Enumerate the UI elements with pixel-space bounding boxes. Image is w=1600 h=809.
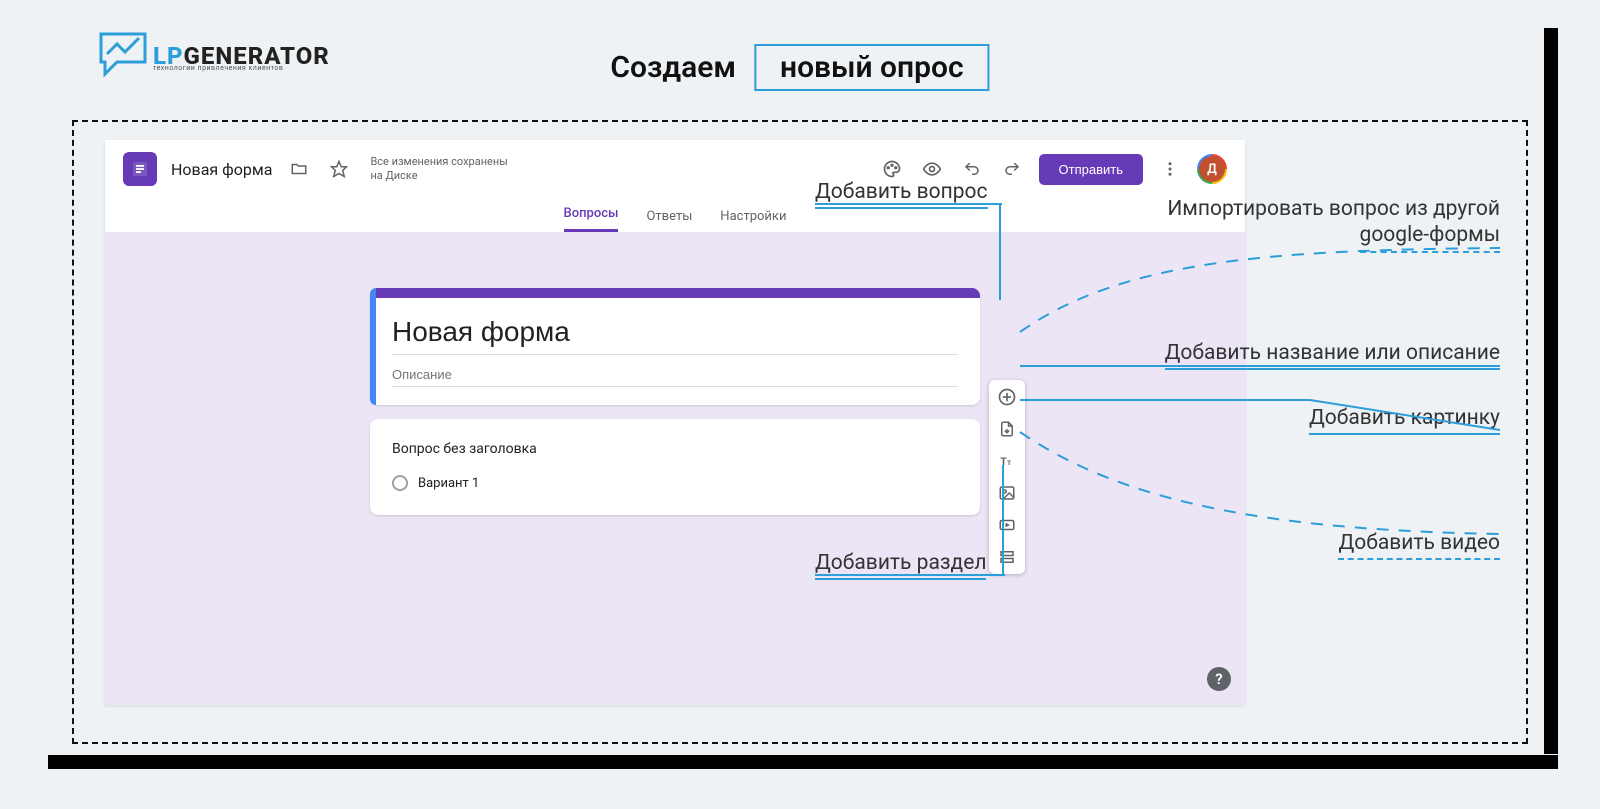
anno-add-title: Добавить название или описание: [1165, 340, 1500, 370]
slide-heading: Создаем новый опрос: [610, 44, 989, 91]
radio-icon: [392, 475, 408, 491]
redo-icon[interactable]: [999, 156, 1025, 182]
anno-add-question: Добавить вопрос: [815, 179, 988, 209]
lpgenerator-logo: LPGENERATOR технологии привлечения клиен…: [95, 28, 330, 84]
help-button[interactable]: ?: [1207, 667, 1231, 691]
tab-answers[interactable]: Ответы: [646, 209, 692, 232]
question-card[interactable]: Вопрос без заголовка Вариант 1: [370, 419, 980, 515]
star-icon[interactable]: [326, 156, 352, 182]
forms-logo-icon[interactable]: [123, 152, 157, 186]
option-row[interactable]: Вариант 1: [392, 475, 958, 491]
form-title-input[interactable]: [392, 314, 958, 355]
svg-text:T: T: [1007, 459, 1012, 467]
save-status: Все изменения сохранены на Диске: [370, 155, 507, 184]
option-label[interactable]: Вариант 1: [418, 476, 479, 491]
heading-boxed: новый опрос: [754, 44, 990, 91]
import-question-icon[interactable]: [996, 418, 1018, 440]
logo-tagline: технологии привлечения клиентов: [153, 64, 283, 72]
form-canvas: Вопрос без заголовка Вариант 1 TT: [105, 232, 1245, 705]
add-section-icon[interactable]: [996, 546, 1018, 568]
question-text[interactable]: Вопрос без заголовка: [392, 441, 958, 457]
form-title-header[interactable]: Новая форма: [171, 160, 272, 179]
anno-add-image: Добавить картинку: [1309, 405, 1500, 435]
tab-questions[interactable]: Вопросы: [564, 206, 619, 232]
add-image-icon[interactable]: [996, 482, 1018, 504]
anno-add-video: Добавить видео: [1338, 530, 1500, 560]
add-question-icon[interactable]: [996, 386, 1018, 408]
more-icon[interactable]: [1157, 156, 1183, 182]
anno-import-question: Импортировать вопрос из другой google-фо…: [1167, 196, 1500, 253]
anno-add-section: Добавить раздел: [815, 550, 986, 580]
slide-shadow-right: [1544, 28, 1558, 754]
form-description-input[interactable]: [392, 361, 958, 387]
add-title-icon[interactable]: TT: [996, 450, 1018, 472]
svg-text:T: T: [1000, 455, 1007, 468]
speech-bubble-icon: [95, 28, 155, 84]
tab-settings[interactable]: Настройки: [720, 209, 786, 232]
google-forms-app: Новая форма Все изменения сохранены на Д…: [105, 140, 1245, 705]
tabs: Вопросы Ответы Настройки: [105, 198, 1245, 232]
send-button[interactable]: Отправить: [1039, 154, 1143, 185]
form-title-card[interactable]: [370, 288, 980, 405]
heading-prefix: Создаем: [610, 50, 736, 85]
avatar[interactable]: Д: [1197, 154, 1227, 184]
slide-shadow-bottom: [48, 755, 1558, 769]
folder-icon[interactable]: [286, 156, 312, 182]
add-video-icon[interactable]: [996, 514, 1018, 536]
app-header: Новая форма Все изменения сохранены на Д…: [105, 140, 1245, 198]
floating-toolbar: TT: [989, 380, 1025, 574]
